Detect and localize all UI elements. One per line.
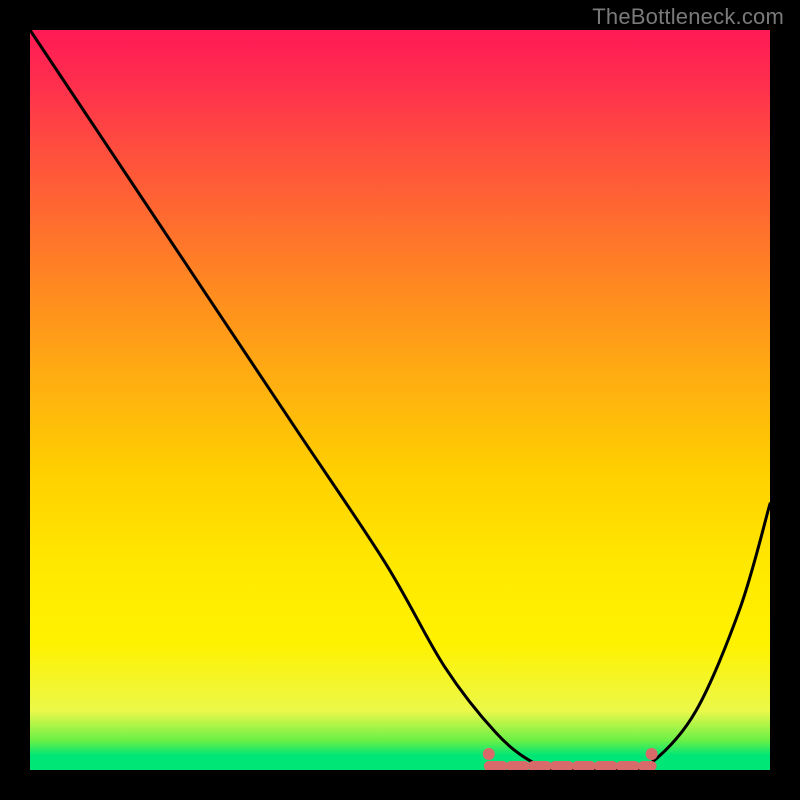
curve-svg — [30, 30, 770, 770]
bottleneck-curve-line — [30, 30, 770, 770]
chart-container: TheBottleneck.com — [0, 0, 800, 800]
highlight-band — [483, 748, 658, 766]
watermark-text: TheBottleneck.com — [592, 4, 784, 30]
plot-area — [30, 30, 770, 770]
